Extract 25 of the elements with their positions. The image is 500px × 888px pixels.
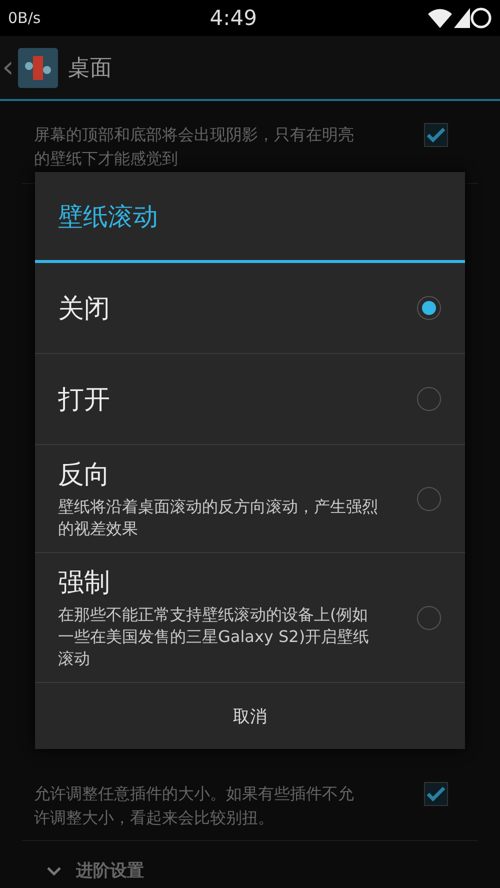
screen-title: 桌面 [68, 54, 112, 82]
option-label: 打开 [58, 384, 111, 416]
cancel-button[interactable]: 取消 [35, 683, 465, 749]
option-row[interactable]: 关闭 [35, 263, 465, 354]
dialog-title: 壁纸滚动 [35, 172, 465, 263]
radio-button[interactable] [417, 486, 441, 510]
radio-button[interactable] [417, 387, 441, 411]
option-description: 在那些不能正常支持壁纸滚动的设备上(例如一些在美国发售的三星Galaxy S2)开启壁纸滚动 [58, 604, 370, 670]
setting-description: 屏幕的顶部和底部将会出现阴影，只有在明亮的壁纸下才能感觉到 [33, 124, 355, 170]
checkbox[interactable] [424, 123, 448, 147]
setting-description: 允许调整任意插件的大小。如果有些插件不允许调整大小，看起来会比较别扭。 [33, 783, 355, 829]
option-row[interactable]: 反向 壁纸将沿着桌面滚动的反方向滚动，产生强烈的视差效果 [35, 445, 465, 553]
checkbox[interactable] [424, 782, 448, 806]
network-speed: 0B/s [8, 9, 41, 27]
option-label: 反向 [58, 459, 111, 492]
status-icons-drawing [426, 6, 492, 30]
clock: 4:49 [210, 6, 257, 30]
option-label: 关闭 [58, 292, 111, 326]
option-row[interactable]: 打开 [35, 354, 465, 445]
radio-button[interactable] [417, 296, 441, 320]
option-label: 强制 [58, 567, 111, 600]
option-description: 壁纸将沿着桌面滚动的反方向滚动，产生强烈的视差效果 [58, 496, 378, 540]
expand-icon[interactable] [46, 866, 62, 876]
radio-button[interactable] [417, 606, 441, 630]
app-icon [18, 48, 58, 88]
